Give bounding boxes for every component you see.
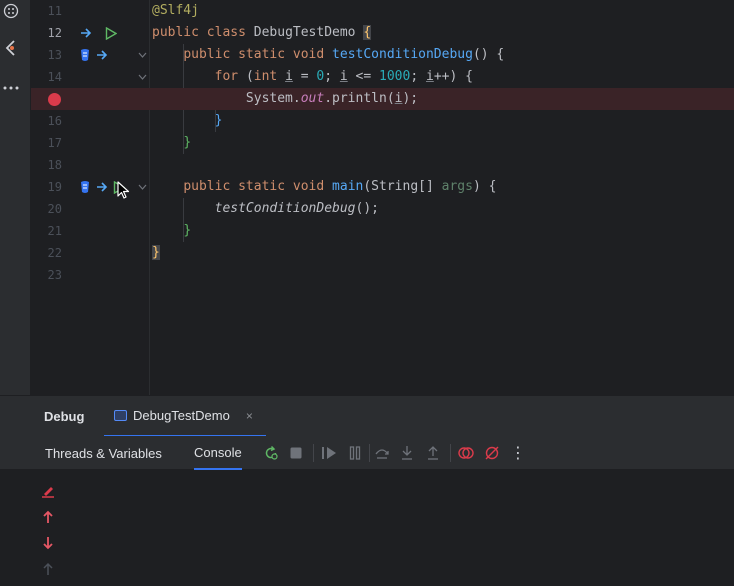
code-line[interactable]: 14 for (int i = 0; i <= 1000; i++) { bbox=[31, 66, 734, 88]
debug-toolbar: Threads & Variables Console ⋮ bbox=[0, 436, 734, 470]
code-line[interactable]: 21 } bbox=[31, 220, 734, 242]
line-number: 13 bbox=[47, 48, 62, 62]
fold-chevron-icon[interactable] bbox=[135, 48, 149, 62]
step-over-icon[interactable] bbox=[372, 443, 392, 463]
implemented-arrow-icon[interactable] bbox=[79, 26, 93, 40]
more-icon[interactable] bbox=[0, 77, 22, 99]
line-number: 14 bbox=[47, 70, 62, 84]
code-line-breakpoint[interactable]: System.out.println(i); bbox=[31, 88, 734, 110]
arrow-up-icon[interactable] bbox=[38, 507, 58, 527]
line-number: 23 bbox=[47, 268, 62, 282]
code-line[interactable]: 18 bbox=[31, 154, 734, 176]
debug-session-tab[interactable]: DebugTestDemo × bbox=[104, 396, 266, 437]
code-text: public static void main(String[] args) { bbox=[183, 179, 497, 194]
fold-chevron-icon[interactable] bbox=[135, 180, 149, 194]
code-text: testConditionDebug(); bbox=[214, 201, 379, 216]
session-tab-label: DebugTestDemo bbox=[133, 408, 230, 423]
code-line[interactable]: 11 @Slf4j bbox=[31, 0, 734, 22]
code-line[interactable]: 23 bbox=[31, 264, 734, 286]
code-text: } bbox=[214, 113, 223, 128]
close-icon[interactable]: × bbox=[246, 409, 253, 423]
line-number: 12 bbox=[47, 26, 62, 40]
step-out-icon[interactable] bbox=[423, 443, 443, 463]
tab-threads-variables[interactable]: Threads & Variables bbox=[45, 436, 162, 470]
pause-icon[interactable] bbox=[345, 443, 365, 463]
git-icon[interactable] bbox=[0, 37, 22, 59]
debug-tool-window-header: Debug DebugTestDemo × bbox=[0, 395, 734, 437]
code-text: @Slf4j bbox=[152, 3, 199, 18]
code-text: for (int i = 0; i <= 1000; i++) { bbox=[214, 69, 473, 84]
code-text: public class DebugTestDemo { bbox=[152, 25, 372, 40]
scroll-up-disabled-icon[interactable] bbox=[38, 559, 58, 579]
code-line[interactable]: 19 public static void main(String[] args… bbox=[31, 176, 734, 198]
toolbar-separator bbox=[313, 444, 314, 462]
code-text: System.out.println(i); bbox=[245, 91, 419, 106]
left-tool-strip bbox=[0, 0, 31, 395]
more-options-icon[interactable]: ⋮ bbox=[508, 443, 528, 463]
line-number: 17 bbox=[47, 136, 62, 150]
structure-icon[interactable] bbox=[0, 0, 22, 22]
lombok-bean-icon[interactable] bbox=[77, 179, 93, 195]
code-line[interactable]: 12 public class DebugTestDemo { bbox=[31, 22, 734, 44]
run-gutter-icon[interactable] bbox=[103, 25, 119, 41]
tab-console[interactable]: Console bbox=[194, 436, 242, 470]
application-icon bbox=[114, 410, 127, 421]
code-line[interactable]: 13 public static void testConditionDebug… bbox=[31, 44, 734, 66]
code-text: } bbox=[183, 223, 192, 238]
implemented-arrow-icon[interactable] bbox=[95, 48, 109, 62]
breakpoint-icon[interactable] bbox=[47, 92, 61, 106]
console-output-area[interactable] bbox=[0, 470, 734, 586]
rerun-icon[interactable] bbox=[261, 443, 281, 463]
arrow-down-icon[interactable] bbox=[38, 533, 58, 553]
code-text: } bbox=[152, 245, 160, 260]
code-line[interactable]: 16 } bbox=[31, 110, 734, 132]
fold-chevron-icon[interactable] bbox=[135, 70, 149, 84]
line-number: 20 bbox=[47, 202, 62, 216]
stop-icon[interactable] bbox=[286, 443, 306, 463]
clear-all-icon[interactable] bbox=[38, 481, 58, 501]
step-into-icon[interactable] bbox=[397, 443, 417, 463]
line-number: 19 bbox=[47, 180, 62, 194]
line-number: 11 bbox=[47, 4, 62, 18]
code-text: } bbox=[183, 135, 192, 150]
line-number: 18 bbox=[47, 158, 62, 172]
code-line[interactable]: 20 testConditionDebug(); bbox=[31, 198, 734, 220]
mouse-cursor-icon bbox=[117, 181, 130, 205]
lombok-bean-icon[interactable] bbox=[77, 47, 93, 63]
toolbar-separator bbox=[450, 444, 451, 462]
view-breakpoints-icon[interactable] bbox=[456, 443, 476, 463]
implemented-arrow-icon[interactable] bbox=[95, 180, 109, 194]
code-editor[interactable]: 11 @Slf4j 12 public class DebugTestDemo … bbox=[31, 0, 734, 395]
mute-breakpoints-icon[interactable] bbox=[482, 443, 502, 463]
resume-icon[interactable] bbox=[319, 443, 339, 463]
code-line[interactable]: 22 } bbox=[31, 242, 734, 264]
line-number: 22 bbox=[47, 246, 62, 260]
code-text: public static void testConditionDebug() … bbox=[183, 47, 505, 62]
line-number: 21 bbox=[47, 224, 62, 238]
code-line[interactable]: 17 } bbox=[31, 132, 734, 154]
debug-title: Debug bbox=[44, 409, 85, 424]
toolbar-separator bbox=[369, 444, 370, 462]
line-number: 16 bbox=[47, 114, 62, 128]
